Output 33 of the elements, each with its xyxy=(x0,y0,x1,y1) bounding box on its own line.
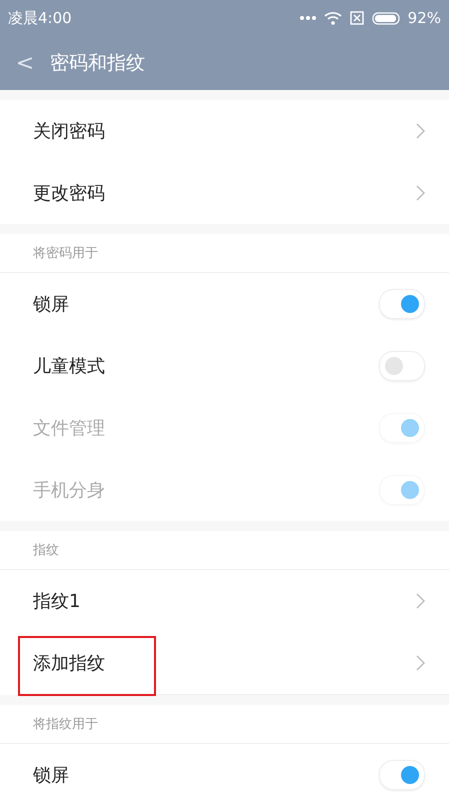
more-icon xyxy=(300,16,316,20)
section-heading: 将指纹用于 xyxy=(0,705,449,744)
settings-row[interactable]: 儿童模式 xyxy=(33,335,449,397)
row-label: 添加指纹 xyxy=(33,652,105,675)
sim-icon xyxy=(350,11,364,25)
chevron-icon xyxy=(416,593,425,609)
toggle-switch[interactable] xyxy=(379,351,425,381)
row-label: 文件管理 xyxy=(33,417,105,440)
chevron-icon xyxy=(416,123,425,139)
row-label: 指纹1 xyxy=(33,590,80,613)
row-label: 关闭密码 xyxy=(33,120,105,143)
row-label: 手机分身 xyxy=(33,479,105,502)
row-label: 儿童模式 xyxy=(33,355,105,378)
settings-row[interactable]: 锁屏 xyxy=(33,273,449,335)
settings-row[interactable]: 添加指纹 xyxy=(33,632,449,695)
row-label: 更改密码 xyxy=(33,182,105,205)
status-time: 凌晨4:00 xyxy=(8,8,72,28)
chevron-icon xyxy=(416,185,425,201)
battery-icon xyxy=(372,12,400,24)
section-heading: 将密码用于 xyxy=(0,234,449,273)
settings-row[interactable]: 指纹1 xyxy=(33,570,449,632)
battery-level: 92% xyxy=(408,9,441,27)
page-title: 密码和指纹 xyxy=(50,51,145,76)
settings-row[interactable]: 关闭密码 xyxy=(33,100,449,162)
section-heading: 指纹 xyxy=(0,531,449,570)
settings-row[interactable]: 锁屏 xyxy=(33,744,449,800)
settings-row[interactable]: 更改密码 xyxy=(33,162,449,224)
row-label: 锁屏 xyxy=(33,764,69,787)
chevron-icon xyxy=(416,655,425,671)
toggle-switch[interactable] xyxy=(379,760,425,790)
toggle-switch[interactable] xyxy=(379,289,425,319)
wifi-icon xyxy=(324,11,342,25)
row-label: 锁屏 xyxy=(33,293,69,316)
